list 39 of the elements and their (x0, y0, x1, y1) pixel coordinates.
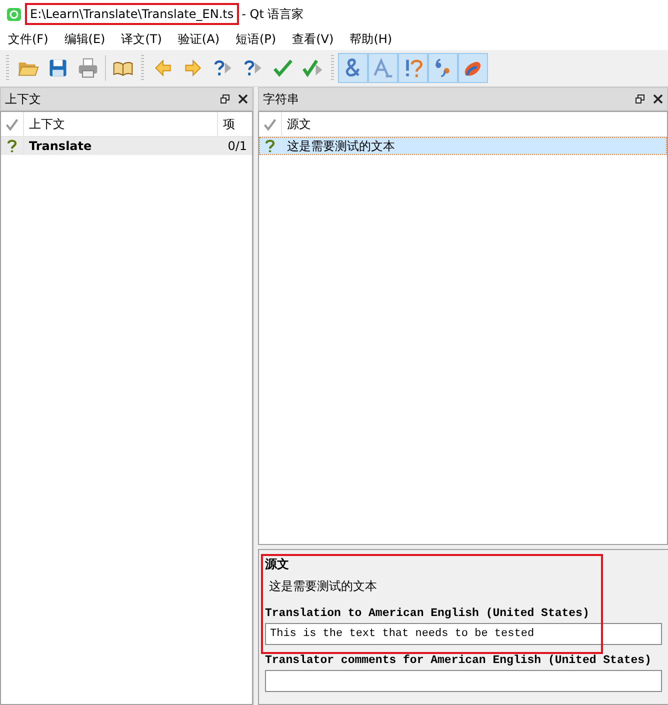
menu-item[interactable]: 验证(A) (172, 28, 226, 50)
toolbar-button[interactable] (338, 53, 368, 83)
toolbar-button[interactable] (428, 53, 458, 83)
source-label: 源文 (265, 556, 289, 573)
source-text: 这是需要测试的文本 (269, 578, 377, 595)
column-header[interactable]: 上下文 (24, 116, 217, 132)
toolbar-button[interactable] (398, 53, 428, 83)
translation-field[interactable]: This is the text that needs to be tested (265, 623, 662, 645)
question-icon (5, 139, 19, 153)
toolbar-button[interactable] (458, 53, 488, 83)
close-icon[interactable] (238, 94, 248, 104)
float-icon[interactable] (635, 94, 645, 104)
check-arrow-icon (302, 57, 324, 79)
app-icon (6, 6, 22, 22)
printer-icon (77, 57, 99, 79)
question-icon (263, 139, 277, 153)
menu-item[interactable]: 帮助(H) (344, 28, 398, 50)
string-row[interactable]: 这是需要测试的文本 (259, 137, 667, 155)
check-icon (5, 117, 19, 131)
menu-item[interactable]: 短语(P) (230, 28, 282, 50)
close-icon[interactable] (653, 94, 663, 104)
panel-title: 上下文 (5, 90, 41, 108)
menu-item[interactable]: 编辑(E) (58, 28, 112, 50)
file-path: E:\Learn\Translate\Translate_EN.ts (25, 3, 239, 25)
window-title: - Qt 语言家 (242, 6, 304, 22)
context-row[interactable]: Translate 0/1 (1, 137, 252, 155)
comments-label: Translator comments for American English (United States) (265, 654, 652, 667)
menu-item[interactable]: 查看(V) (286, 28, 340, 50)
panel-title: 字符串 (263, 90, 299, 108)
comments-field[interactable] (265, 670, 662, 692)
column-header[interactable]: 项 (217, 112, 252, 136)
column-header[interactable]: 源文 (282, 116, 667, 132)
letter-icon (372, 57, 394, 79)
menu-item[interactable]: 文件(F) (2, 28, 54, 50)
float-icon[interactable] (220, 94, 230, 104)
check-icon (263, 117, 277, 131)
check-icon (272, 57, 294, 79)
menu-item[interactable]: 译文(T) (115, 28, 168, 50)
translation-label: Translation to American English (United States) (265, 607, 590, 620)
